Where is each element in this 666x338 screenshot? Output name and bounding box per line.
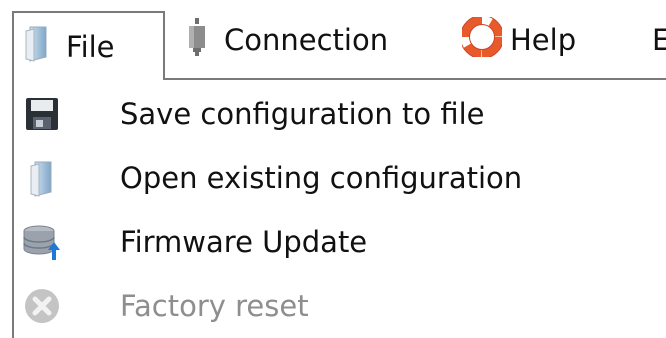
menu-file-label: File: [66, 29, 115, 64]
menu-item-firmware-update[interactable]: Firmware Update: [14, 210, 664, 274]
menu-help[interactable]: Help: [460, 0, 577, 80]
menu-item-label: Firmware Update: [120, 225, 368, 259]
menu-item-label: Save configuration to file: [120, 97, 485, 131]
floppy-disk-icon: [22, 94, 62, 134]
file-dropdown-menu: Save configuration to file Open existing…: [12, 78, 666, 338]
firmware-update-icon: [22, 222, 62, 262]
connector-plug-icon: [186, 17, 208, 64]
menu-edit-label: E: [652, 23, 666, 57]
menu-item-save-configuration[interactable]: Save configuration to file: [14, 82, 664, 146]
menu-item-label: Open existing configuration: [120, 161, 523, 195]
file-icon: [24, 23, 54, 70]
menu-item-factory-reset[interactable]: Factory reset: [14, 274, 664, 338]
reset-icon: [22, 286, 62, 326]
menu-file[interactable]: File: [12, 11, 165, 80]
menu-connection[interactable]: Connection: [186, 0, 388, 80]
lifebuoy-icon: [460, 14, 504, 64]
menu-help-label: Help: [510, 23, 577, 57]
menu-item-label: Factory reset: [120, 289, 309, 323]
menu-edit-partial[interactable]: E: [652, 0, 666, 80]
application-window: File Connection Help E Save configuratio…: [0, 0, 666, 338]
menu-item-open-configuration[interactable]: Open existing configuration: [14, 146, 664, 210]
menu-connection-label: Connection: [224, 23, 389, 57]
open-folder-icon: [22, 158, 62, 198]
menu-bar: File Connection Help E: [0, 0, 666, 80]
